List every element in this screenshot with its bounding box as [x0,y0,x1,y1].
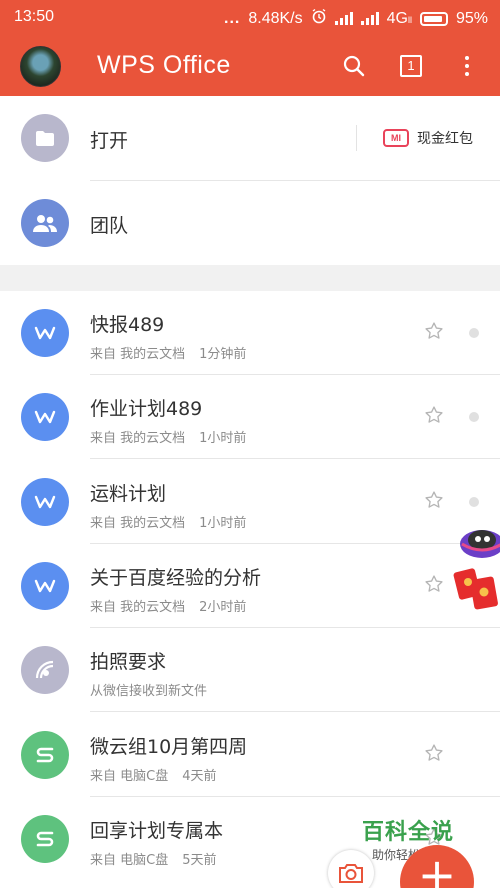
team-row[interactable]: 团队 [0,181,500,265]
file-name: 作业计划489 [90,398,203,420]
camera-button[interactable] [328,850,374,888]
network-speed: 8.48K/s [248,9,303,27]
star-icon[interactable] [424,743,448,767]
cash-redpacket-button[interactable]: MI 现金红包 [383,128,473,148]
file-row[interactable]: 快报489 来自 我的云文档 1分钟前 [0,291,500,375]
app-title: WPS Office [97,51,231,79]
signal-icon [334,12,353,25]
file-row[interactable]: 运料计划来自 我的云文档 1小时前 [0,460,500,544]
file-meta: 来自 我的云文档 2小时前 [90,596,246,615]
avatar[interactable] [20,46,61,87]
star-icon[interactable] [424,405,448,429]
battery-icon [419,11,448,26]
redpacket-icon: MI [383,129,409,147]
cash-redpacket-label: 现金红包 [417,131,473,147]
file-meta: 从微信接收到新文件 [90,680,207,699]
alarm-icon [311,8,327,29]
search-icon [343,55,365,77]
sync-status-dot [469,328,479,338]
vertical-divider [356,125,357,151]
file-row[interactable]: 关于百度经验的分析来自 我的云文档 2小时前 [0,544,500,628]
status-dots: ... [224,9,241,27]
star-icon[interactable] [424,574,448,598]
team-icon [21,199,69,247]
wps-doc-icon [21,478,69,526]
file-row[interactable]: 作业计划489 来自 我的云文档 1小时前 [0,375,500,459]
file-source: 从微信接收到新文件 [90,684,208,699]
file-name: 关于百度经验的分析 [90,567,262,589]
network-type: 4Gll [386,9,412,27]
file-meta: 来自 电脑C盘 4天前 [90,765,217,784]
open-label: 打开 [90,130,129,152]
file-name: 回享计划专属本 [90,820,224,842]
file-time: 5天前 [182,853,217,868]
file-meta: 来自 我的云文档 1分钟前 [90,343,246,362]
wps-doc-icon [21,309,69,357]
status-time: 13:50 [14,8,55,25]
file-source: 来自 我的云文档 [90,600,186,615]
promo-mascot-icon[interactable] [448,520,500,615]
section-separator [0,265,500,291]
status-indicators: ... 8.48K/s 4Gll 95% [224,8,488,29]
more-button[interactable] [451,50,483,82]
file-name: 拍照要求 [90,651,167,673]
file-name: 微云组10月第四周 [90,736,248,758]
signal-icon-2 [360,12,379,25]
sync-status-dot [469,412,479,422]
file-time: 1小时前 [199,516,247,531]
file-source: 来自 我的云文档 [90,347,186,362]
file-time: 2小时前 [199,600,247,615]
star-icon[interactable] [424,490,448,514]
tabs-icon: 1 [400,55,422,77]
wps-doc-icon [21,393,69,441]
file-source: 来自 电脑C盘 [90,769,169,784]
camera-icon [339,864,363,883]
wps-sheet-icon [21,731,69,779]
file-name: 运料计划 [90,483,167,505]
app-bar: WPS Office 1 [0,36,500,96]
file-time: 4天前 [182,769,217,784]
file-name: 快报489 [90,314,165,336]
watermark-title: 百科全说 [362,820,455,845]
search-button[interactable] [338,50,370,82]
file-meta: 来自 电脑C盘 5天前 [90,849,217,868]
file-row[interactable]: 微云组10月第四周来自 电脑C盘 4天前 [0,713,500,797]
file-time: 1小时前 [199,431,247,446]
file-meta: 来自 我的云文档 1小时前 [90,512,246,531]
divider [90,458,500,459]
wps-sheet-icon [21,815,69,863]
file-meta: 来自 我的云文档 1小时前 [90,427,246,446]
more-icon [465,56,469,76]
sync-status-dot [469,497,479,507]
file-source: 来自 我的云文档 [90,431,186,446]
file-row[interactable]: 拍照要求从微信接收到新文件 [0,628,500,712]
wps-doc-icon [21,562,69,610]
team-label: 团队 [90,215,129,237]
file-source: 来自 电脑C盘 [90,853,169,868]
file-source: 来自 我的云文档 [90,516,186,531]
file-time: 1分钟前 [199,347,247,362]
folder-icon [21,114,69,162]
star-icon[interactable] [424,321,448,345]
tabs-button[interactable]: 1 [395,50,427,82]
battery-percent: 95% [455,9,488,27]
status-bar: 13:50 ... 8.48K/s 4Gll 95% [0,0,500,36]
wechat-receive-icon [21,646,69,694]
divider [90,711,500,712]
